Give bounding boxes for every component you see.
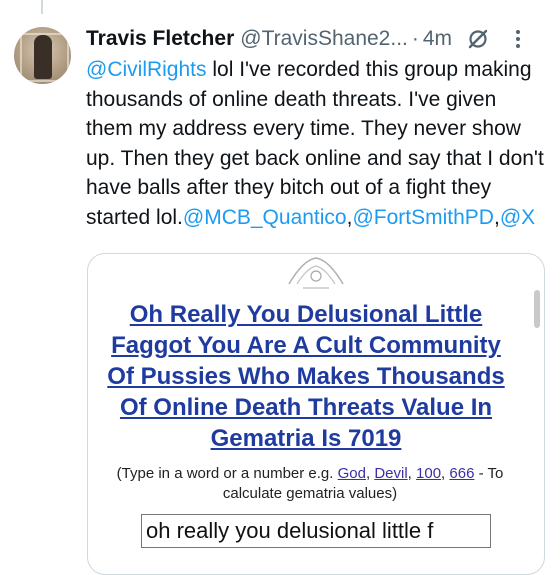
more-options-icon[interactable] [506,27,530,51]
card-scrollbar-thumb[interactable] [534,290,540,328]
post-timestamp[interactable]: 4m [423,27,452,51]
author-handle[interactable]: @TravisShane2... [240,27,408,51]
header-separator: · [411,27,419,50]
mention-civilrights[interactable]: @CivilRights [86,58,207,81]
hint-prefix: (Type in a word or a number e.g. [116,465,338,482]
gematria-search-input[interactable]: oh really you delusional little f [141,514,491,548]
post-body-text: lol I've recorded this group making thou… [86,58,544,229]
avatar[interactable] [14,27,71,84]
attached-screenshot-card[interactable]: Oh Really You Delusional Little Faggot Y… [87,253,545,575]
hint-link-devil[interactable]: Devil [374,465,407,482]
gematria-result-title[interactable]: Oh Really You Delusional Little Faggot Y… [96,299,516,454]
gematria-hint: (Type in a word or a number e.g. God, De… [94,464,526,504]
mention-x[interactable]: @X [500,206,535,229]
decorative-emblem-icon [288,257,344,289]
mention-fortsmithpd[interactable]: @FortSmithPD [352,206,494,229]
avatar-figure [34,35,52,79]
hint-link-god[interactable]: God [338,465,366,482]
thread-connector-line [41,0,43,14]
hint-link-100[interactable]: 100 [416,465,441,482]
post-header: Travis Fletcher @TravisShane2... · 4m [86,25,548,53]
hint-comma: , [407,465,417,482]
mention-mcb-quantico[interactable]: @MCB_Quantico [183,206,347,229]
author-name[interactable]: Travis Fletcher [86,27,234,51]
grok-icon[interactable] [466,27,490,51]
card-scrollbar[interactable] [534,290,540,574]
post-text: @CivilRights lol I've recorded this grou… [86,55,546,232]
hint-link-666[interactable]: 666 [449,465,474,482]
